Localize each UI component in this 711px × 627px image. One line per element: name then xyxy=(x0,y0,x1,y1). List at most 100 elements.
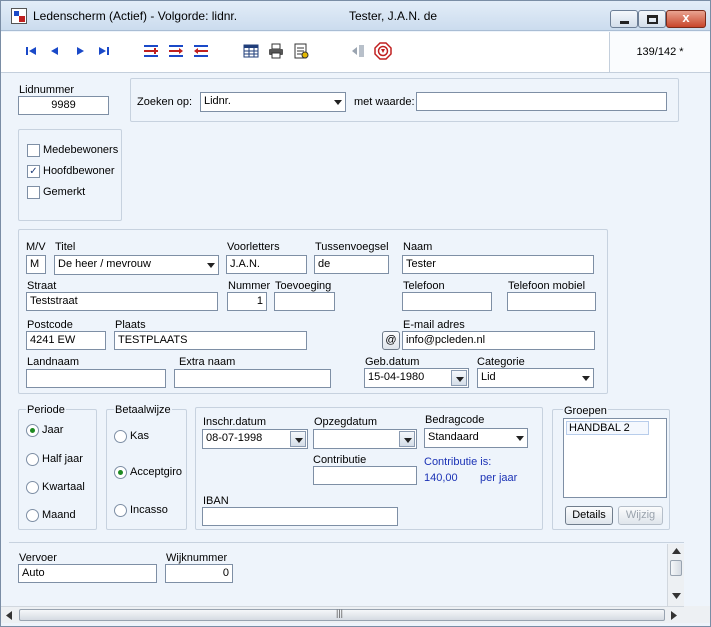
bedragcode-select[interactable]: Standaard xyxy=(424,428,528,448)
search-label: Zoeken op: xyxy=(137,96,193,108)
landnaam-label: Landnaam xyxy=(27,356,79,368)
member-title: Tester, J.A.N. de xyxy=(349,9,438,23)
voorletters-label: Voorletters xyxy=(227,241,280,253)
plaats-field[interactable]: TESTPLAATS xyxy=(114,331,307,350)
periode-maand-label: Maand xyxy=(42,509,76,521)
periode-kwartaal-radio[interactable] xyxy=(26,481,39,494)
contributie-is-value: 140,00 xyxy=(424,472,458,484)
contributie-field[interactable] xyxy=(313,466,417,485)
mv-field[interactable]: M xyxy=(26,255,46,274)
chevron-down-icon xyxy=(582,376,590,381)
next-record-icon[interactable] xyxy=(71,42,89,60)
minimize-button[interactable] xyxy=(610,10,638,28)
toolbar: 139/142 * xyxy=(1,32,710,73)
inschr-value: 08-07-1998 xyxy=(206,432,263,444)
naam-field[interactable]: Tester xyxy=(402,255,594,274)
betaalwijze-kas-radio[interactable] xyxy=(114,430,127,443)
wijknummer-field[interactable]: 0 xyxy=(165,564,233,583)
scroll-right-icon[interactable] xyxy=(671,611,677,620)
close-icon: x xyxy=(682,10,690,25)
stop-icon[interactable] xyxy=(374,42,392,60)
scroll-left-icon[interactable] xyxy=(6,611,12,620)
betaalwijze-incasso-radio[interactable] xyxy=(114,504,127,517)
report-icon[interactable] xyxy=(292,42,310,60)
contributie-label: Contributie xyxy=(313,454,367,466)
finance-group: Inschr.datum 08-07-1998 Opzegdatum - - B… xyxy=(195,407,543,530)
iban-field[interactable] xyxy=(202,507,398,526)
main-window: Ledenscherm (Actief) - Volgorde: lidnr. … xyxy=(0,0,711,627)
lidnummer-label: Lidnummer xyxy=(19,84,75,96)
telefoon-field[interactable] xyxy=(402,292,492,311)
gebdatum-picker[interactable]: 15-04-1980 xyxy=(364,368,469,388)
maximize-button[interactable] xyxy=(638,10,666,28)
close-button[interactable]: x xyxy=(666,10,706,28)
periode-maand-radio[interactable] xyxy=(26,509,39,522)
wijzig-button[interactable]: Wijzig xyxy=(618,506,663,525)
details-button[interactable]: Details xyxy=(565,506,613,525)
exit-icon[interactable] xyxy=(350,42,368,60)
email-field[interactable]: info@pcleden.nl xyxy=(402,331,595,350)
tussenvoegsel-field[interactable]: de xyxy=(314,255,389,274)
postcode-field[interactable]: 4241 EW xyxy=(26,331,106,350)
categorie-select[interactable]: Lid xyxy=(477,368,594,388)
size-grip[interactable] xyxy=(684,606,710,623)
lidnummer-field[interactable]: 9989 xyxy=(18,96,109,115)
last-record-icon[interactable] xyxy=(95,42,113,60)
list-item[interactable]: HANDBAL 2 xyxy=(566,421,649,435)
periode-jaar-radio[interactable] xyxy=(26,424,39,437)
inschr-date-picker[interactable]: 08-07-1998 xyxy=(202,429,308,449)
chevron-down-icon[interactable] xyxy=(290,431,306,447)
contributie-is-unit: per jaar xyxy=(480,472,518,484)
search-field-select[interactable]: Lidnr. xyxy=(200,92,346,112)
search-value-label: met waarde: xyxy=(354,96,415,108)
gemerkt-checkbox[interactable] xyxy=(27,186,40,199)
betaalwijze-acceptgiro-label: Acceptgiro xyxy=(130,466,182,478)
vertical-scrollbar[interactable] xyxy=(667,544,684,606)
vervoer-field[interactable]: Auto xyxy=(18,564,157,583)
vertical-scroll-thumb[interactable] xyxy=(670,560,682,576)
nummer-field[interactable]: 1 xyxy=(227,292,267,311)
groepen-list[interactable]: HANDBAL 2 xyxy=(563,418,667,498)
gebdatum-label: Geb.datum xyxy=(365,356,420,368)
horizontal-scrollbar[interactable]: ||| xyxy=(1,606,684,623)
straat-label: Straat xyxy=(27,280,57,292)
medebewoners-checkbox[interactable] xyxy=(27,144,40,157)
insert-record-icon[interactable] xyxy=(142,42,160,60)
voorletters-field[interactable]: J.A.N. xyxy=(226,255,307,274)
hoofdbewoner-checkbox[interactable]: ✓ xyxy=(27,165,40,178)
periode-halfjaar-radio[interactable] xyxy=(26,453,39,466)
periode-halfjaar-label: Half jaar xyxy=(42,453,83,465)
opzeg-label: Opzegdatum xyxy=(314,416,377,428)
scroll-up-icon[interactable] xyxy=(672,548,681,554)
straat-field[interactable]: Teststraat xyxy=(26,292,218,311)
chevron-down-icon[interactable] xyxy=(399,431,415,447)
delete-record-icon[interactable] xyxy=(192,42,210,60)
email-button[interactable]: @ xyxy=(382,331,400,350)
search-value-input[interactable] xyxy=(416,92,667,111)
periode-group: Periode Jaar Half jaar Kwartaal Maand xyxy=(18,404,97,530)
edit-record-icon[interactable] xyxy=(167,42,185,60)
scroll-down-icon[interactable] xyxy=(672,593,681,599)
categorie-label: Categorie xyxy=(477,356,525,368)
table-view-icon[interactable] xyxy=(242,42,260,60)
record-count: 139/142 * xyxy=(609,32,710,72)
groepen-group: Groepen HANDBAL 2 Details Wijzig xyxy=(552,405,670,530)
print-icon[interactable] xyxy=(267,42,285,60)
medebewoners-label: Medebewoners xyxy=(43,144,119,156)
titel-select[interactable]: De heer / mevrouw xyxy=(54,255,219,275)
telefoon-mobiel-field[interactable] xyxy=(507,292,596,311)
postcode-label: Postcode xyxy=(27,319,73,331)
landnaam-field[interactable] xyxy=(26,369,166,388)
previous-record-icon[interactable] xyxy=(46,42,64,60)
betaalwijze-acceptgiro-radio[interactable] xyxy=(114,466,127,479)
chevron-down-icon[interactable] xyxy=(451,370,467,386)
extra-naam-field[interactable] xyxy=(174,369,331,388)
opzeg-date-picker[interactable]: - - xyxy=(313,429,417,449)
vervoer-label: Vervoer xyxy=(19,552,57,564)
bedragcode-value: Standaard xyxy=(428,431,479,443)
first-record-icon[interactable] xyxy=(22,42,40,60)
betaalwijze-kas-label: Kas xyxy=(130,430,149,442)
betaalwijze-incasso-label: Incasso xyxy=(130,504,168,516)
horizontal-scroll-thumb[interactable]: ||| xyxy=(19,608,665,621)
toevoeging-field[interactable] xyxy=(274,292,335,311)
